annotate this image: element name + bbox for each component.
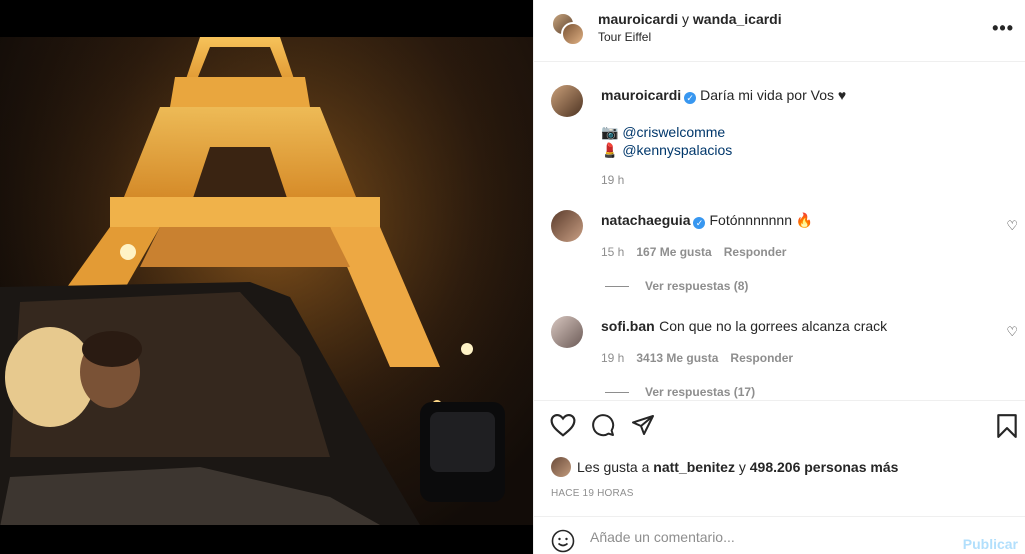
- comment-time[interactable]: 19 h: [601, 351, 624, 365]
- camera-icon: 📷: [601, 124, 619, 140]
- likes-connector: y: [738, 459, 746, 475]
- comment-item: natachaeguia ✓ Fotónnnnnnn 🔥: [601, 212, 813, 230]
- post-caption: mauroicardi ✓ Daría mi vida por Vos ♥ 📷 @c…: [601, 86, 1001, 159]
- post-actions: [534, 400, 1025, 450]
- comment-time[interactable]: 15 h: [601, 245, 624, 259]
- comment-username[interactable]: sofi.ban: [601, 318, 655, 334]
- comment-item: sofi.ban Con que no la gorrees alcanza c…: [601, 318, 887, 336]
- location-link[interactable]: Tour Eiffel: [598, 30, 651, 44]
- caption-username[interactable]: mauroicardi: [601, 87, 681, 103]
- comment-input[interactable]: [590, 523, 950, 551]
- caption-text: Daría mi vida por Vos ♥: [700, 87, 847, 103]
- reply-button[interactable]: Responder: [724, 245, 787, 259]
- author-avatars[interactable]: [551, 12, 585, 46]
- likes-summary: Les gusta a natt_benitez y 498.206 perso…: [551, 457, 898, 477]
- view-replies-button[interactable]: Ver respuestas (8): [605, 279, 748, 293]
- comments-list[interactable]: mauroicardi ✓ Daría mi vida por Vos ♥ 📷 @c…: [534, 63, 1025, 400]
- view-replies-label: Ver respuestas (17): [645, 385, 756, 399]
- heart-icon[interactable]: [550, 413, 576, 437]
- comment-text: Fotónnnnnnn 🔥: [709, 212, 814, 228]
- comment-username[interactable]: natachaeguia: [601, 212, 690, 228]
- post-header: mauroicardi y wanda_icardi Tour Eiffel •…: [534, 0, 1025, 62]
- comment-likes[interactable]: 167 Me gusta: [636, 245, 711, 259]
- post-photo[interactable]: [0, 37, 533, 525]
- liker-username[interactable]: natt_benitez: [653, 459, 735, 475]
- authors-connector: y: [682, 11, 690, 27]
- comment-likes[interactable]: 3413 Me gusta: [636, 351, 718, 365]
- comment-meta: 19 h 3413 Me gusta Responder: [601, 351, 793, 365]
- mention-link[interactable]: @kennyspalacios: [622, 142, 732, 158]
- verified-icon: ✓: [693, 217, 706, 229]
- bookmark-icon[interactable]: [995, 413, 1019, 439]
- avatar[interactable]: [551, 316, 583, 348]
- verified-icon: ✓: [684, 92, 697, 104]
- more-icon[interactable]: •••: [992, 18, 1014, 39]
- reply-button[interactable]: Responder: [730, 351, 793, 365]
- comment-like-heart-icon[interactable]: ♡: [1006, 218, 1018, 234]
- avatar[interactable]: [551, 85, 583, 117]
- emoji-icon[interactable]: [551, 529, 575, 553]
- publish-button[interactable]: Publicar: [963, 536, 1018, 552]
- lipstick-icon: 💄: [601, 142, 619, 158]
- avatar: [561, 22, 585, 46]
- post-authors: mauroicardi y wanda_icardi: [598, 11, 782, 27]
- replies-divider: [605, 392, 629, 394]
- comment-text: Con que no la gorrees alcanza crack: [659, 318, 888, 334]
- likes-prefix: Les gusta a: [577, 459, 650, 475]
- author-link-2[interactable]: wanda_icardi: [693, 11, 782, 27]
- caption-time[interactable]: 19 h: [601, 173, 624, 187]
- mention-link[interactable]: @criswelcomme: [622, 124, 725, 140]
- avatar[interactable]: [551, 210, 583, 242]
- comment-meta: 15 h 167 Me gusta Responder: [601, 245, 786, 259]
- view-replies-button[interactable]: Ver respuestas (17): [605, 385, 755, 399]
- share-icon[interactable]: [630, 413, 656, 437]
- eiffel-couple-photo: [0, 37, 533, 525]
- view-replies-label: Ver respuestas (8): [645, 279, 749, 293]
- replies-divider: [605, 286, 629, 288]
- comment-icon[interactable]: [590, 413, 616, 437]
- avatar[interactable]: [551, 457, 571, 477]
- post-timestamp[interactable]: HACE 19 HORAS: [551, 488, 634, 499]
- add-comment-bar: Publicar: [534, 516, 1025, 554]
- comment-like-heart-icon[interactable]: ♡: [1006, 324, 1018, 340]
- author-link-1[interactable]: mauroicardi: [598, 11, 678, 27]
- post-media: [0, 0, 533, 554]
- likes-count-button[interactable]: 498.206 personas más: [750, 459, 899, 475]
- post-panel: mauroicardi y wanda_icardi Tour Eiffel •…: [533, 0, 1025, 554]
